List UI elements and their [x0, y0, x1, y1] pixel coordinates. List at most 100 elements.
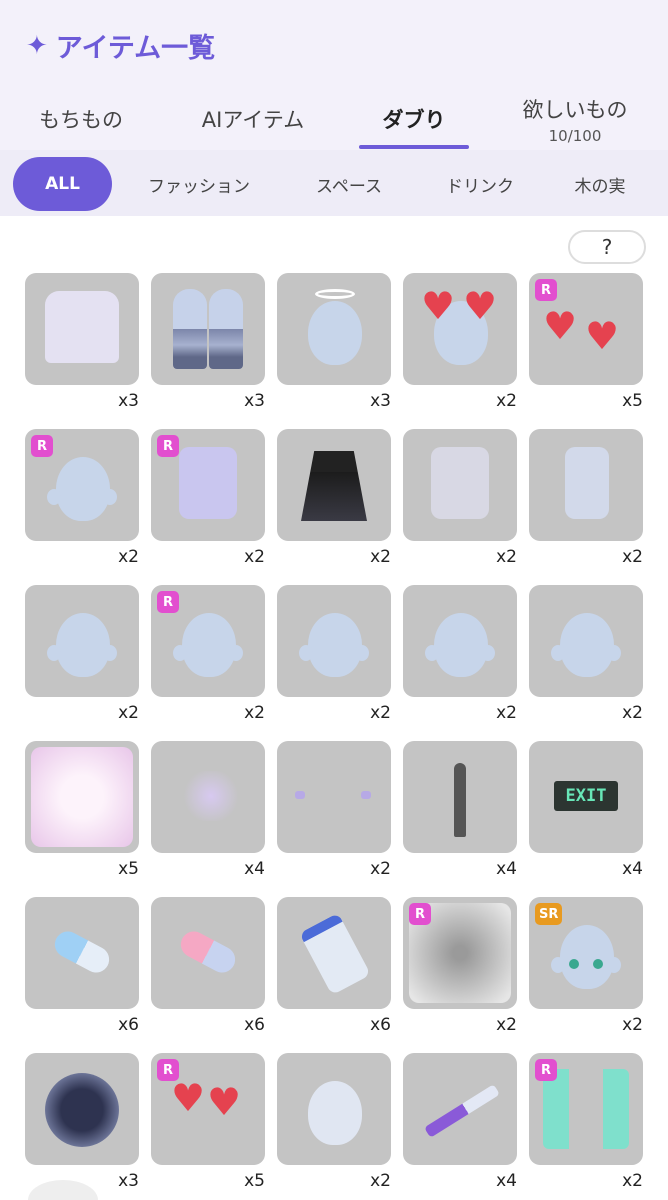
rarity-badge: R	[31, 435, 53, 457]
category-label: ALL	[45, 174, 80, 194]
item-count: x2	[622, 703, 643, 723]
item-card[interactable]: x3	[25, 273, 139, 413]
heart-eyes-icon: ♥ ♥	[403, 273, 517, 385]
category-space[interactable]: スペース	[296, 157, 402, 211]
category-fashion[interactable]: ファッション	[128, 157, 270, 211]
dark-orb-icon	[25, 1053, 139, 1165]
pink-glow-background-icon	[25, 741, 139, 853]
item-count: x2	[244, 547, 265, 567]
item-count: x6	[118, 1015, 139, 1035]
small-ornaments-icon	[277, 741, 391, 853]
item-card[interactable]: Rx2	[151, 429, 265, 569]
item-card[interactable]: x2	[277, 741, 391, 881]
item-card[interactable]: Rx2	[25, 429, 139, 569]
tab-bar: もちもの AIアイテム ダブり 欲しいもの 10/100	[0, 88, 668, 150]
item-count: x4	[622, 859, 643, 879]
rarity-badge: R	[157, 1059, 179, 1081]
syringe-icon	[403, 1053, 517, 1165]
item-card[interactable]: x4	[151, 741, 265, 881]
item-card[interactable]: x4	[403, 741, 517, 881]
item-card[interactable]: x2	[277, 1053, 391, 1193]
item-count: x2	[118, 547, 139, 567]
item-card[interactable]: x3	[151, 273, 265, 413]
rarity-badge: R	[535, 279, 557, 301]
pink-pill-icon	[151, 897, 265, 1009]
tab-wishlist[interactable]: 欲しいもの 10/100	[500, 88, 650, 150]
item-count: x6	[244, 1015, 265, 1035]
page-title-text: アイテム一覧	[55, 33, 216, 64]
heart-earrings-icon	[403, 585, 517, 697]
shorts-icon	[529, 429, 643, 541]
item-card[interactable]: x2	[529, 429, 643, 569]
tab-label: 欲しいもの	[522, 97, 628, 122]
item-card[interactable]: Rx2	[529, 1053, 643, 1193]
category-label: ドリンク	[446, 176, 514, 197]
item-card[interactable]: EXIT x4	[529, 741, 643, 881]
item-count: x2	[496, 547, 517, 567]
item-count: x4	[496, 1171, 517, 1191]
category-label: 木の実	[574, 176, 626, 197]
item-card[interactable]: x2	[529, 585, 643, 725]
harness-top-icon	[403, 429, 517, 541]
category-bar: ALL ファッション スペース ドリンク 木の実	[0, 150, 668, 216]
item-card[interactable]: SR x2	[529, 897, 643, 1037]
tab-label: もちもの	[39, 108, 123, 132]
tab-label: AIアイテム	[201, 108, 305, 132]
item-card[interactable]: x6	[25, 897, 139, 1037]
category-all[interactable]: ALL	[13, 157, 112, 211]
bunny-shirt-icon	[25, 273, 139, 385]
active-tab-indicator	[359, 145, 469, 149]
tab-label: ダブり	[382, 108, 446, 132]
exit-sign-text: EXIT	[554, 781, 618, 811]
item-card[interactable]: x3	[25, 1053, 139, 1193]
category-label: スペース	[316, 176, 382, 197]
item-card[interactable]: ♥ ♥ Rx5	[529, 273, 643, 413]
item-count: x3	[244, 391, 265, 411]
item-count: x2	[118, 703, 139, 723]
halo-icon	[277, 273, 391, 385]
tab-ai-items[interactable]: AIアイテム	[180, 88, 326, 150]
item-card[interactable]: x2	[277, 585, 391, 725]
item-grid-area: ? x3 x3 x3 ♥ ♥ x2 ♥ ♥ Rx5 Rx2 Rx2 x2 x2 x2 x2 Rx2 x2 x2 x2…	[0, 216, 668, 1200]
item-card[interactable]: x3	[277, 273, 391, 413]
item-card[interactable]: x2	[277, 429, 391, 569]
item-card[interactable]: Rx2	[403, 897, 517, 1037]
item-count: x2	[370, 1171, 391, 1191]
item-count: x3	[118, 391, 139, 411]
tab-mochimono[interactable]: もちもの	[20, 88, 142, 150]
category-drink[interactable]: ドリンク	[428, 157, 532, 211]
tab-duplicates[interactable]: ダブり	[359, 88, 469, 150]
item-count: x2	[622, 547, 643, 567]
pink-cheeks-icon	[529, 585, 643, 697]
item-card[interactable]: ♥ ♥ x2	[403, 273, 517, 413]
help-button[interactable]: ?	[568, 230, 646, 264]
rarity-badge: SR	[535, 903, 563, 925]
pill-jar-icon	[277, 897, 391, 1009]
item-count: x2	[496, 1015, 517, 1035]
item-card[interactable]: x4	[403, 1053, 517, 1193]
app-header: ✦ アイテム一覧 もちもの AIアイテム ダブり 欲しいもの 10/100	[0, 0, 668, 150]
item-count: x3	[118, 1171, 139, 1191]
black-frill-skirt-icon	[277, 429, 391, 541]
exit-sign-icon: EXIT	[529, 741, 643, 853]
item-card[interactable]: x6	[151, 897, 265, 1037]
item-card[interactable]: Rx2	[151, 585, 265, 725]
item-card[interactable]: x2	[25, 585, 139, 725]
rarity-badge: R	[535, 1059, 557, 1081]
wishlist-count: 10/100	[548, 126, 602, 145]
category-nuts[interactable]: 木の実	[560, 157, 640, 211]
item-card[interactable]: x5	[25, 741, 139, 881]
rarity-badge: R	[409, 903, 431, 925]
item-count: x3	[370, 391, 391, 411]
item-card[interactable]: x6	[277, 897, 391, 1037]
item-card[interactable]: ♥ ♥ Rx5	[151, 1053, 265, 1193]
item-count: x2	[370, 859, 391, 879]
item-card[interactable]: x2	[403, 585, 517, 725]
bunny-friends-icon	[151, 741, 265, 853]
help-label: ?	[601, 235, 613, 259]
striped-legwarmers-icon	[151, 273, 265, 385]
rarity-badge: R	[157, 591, 179, 613]
item-count: x2	[622, 1171, 643, 1191]
item-count: x5	[622, 391, 643, 411]
item-card[interactable]: x2	[403, 429, 517, 569]
